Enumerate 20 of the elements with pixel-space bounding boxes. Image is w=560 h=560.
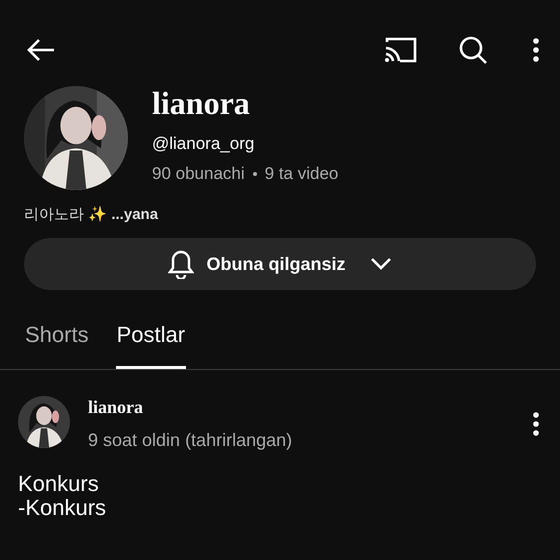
post-text: Konkurs bbox=[18, 472, 99, 496]
search-icon[interactable] bbox=[458, 35, 488, 65]
video-count: 9 ta video bbox=[264, 163, 338, 185]
more-icon[interactable] bbox=[532, 38, 540, 62]
channel-name: lianora bbox=[152, 84, 251, 123]
back-icon[interactable] bbox=[26, 38, 56, 62]
subscribe-button[interactable]: Obuna qilgansiz bbox=[24, 238, 536, 290]
cast-icon[interactable] bbox=[384, 36, 418, 64]
tab[interactable]: Shorts bbox=[24, 314, 90, 369]
tab[interactable]: Postlar bbox=[116, 314, 186, 369]
channel-handle: @lianora_org bbox=[152, 133, 256, 155]
post-text: -Konkurs bbox=[18, 496, 106, 520]
post-author[interactable]: lianora bbox=[88, 396, 532, 418]
chevron-down-icon bbox=[370, 257, 392, 271]
channel-description[interactable]: 리아노라 ✨ ...yana bbox=[0, 204, 560, 226]
more-icon[interactable] bbox=[532, 412, 540, 436]
subscriber-count: 90 obunachi bbox=[152, 163, 245, 185]
separator-dot bbox=[252, 172, 257, 176]
post-time: 9 soat oldin (tahrirlangan) bbox=[88, 429, 294, 452]
bell-icon bbox=[168, 249, 194, 279]
